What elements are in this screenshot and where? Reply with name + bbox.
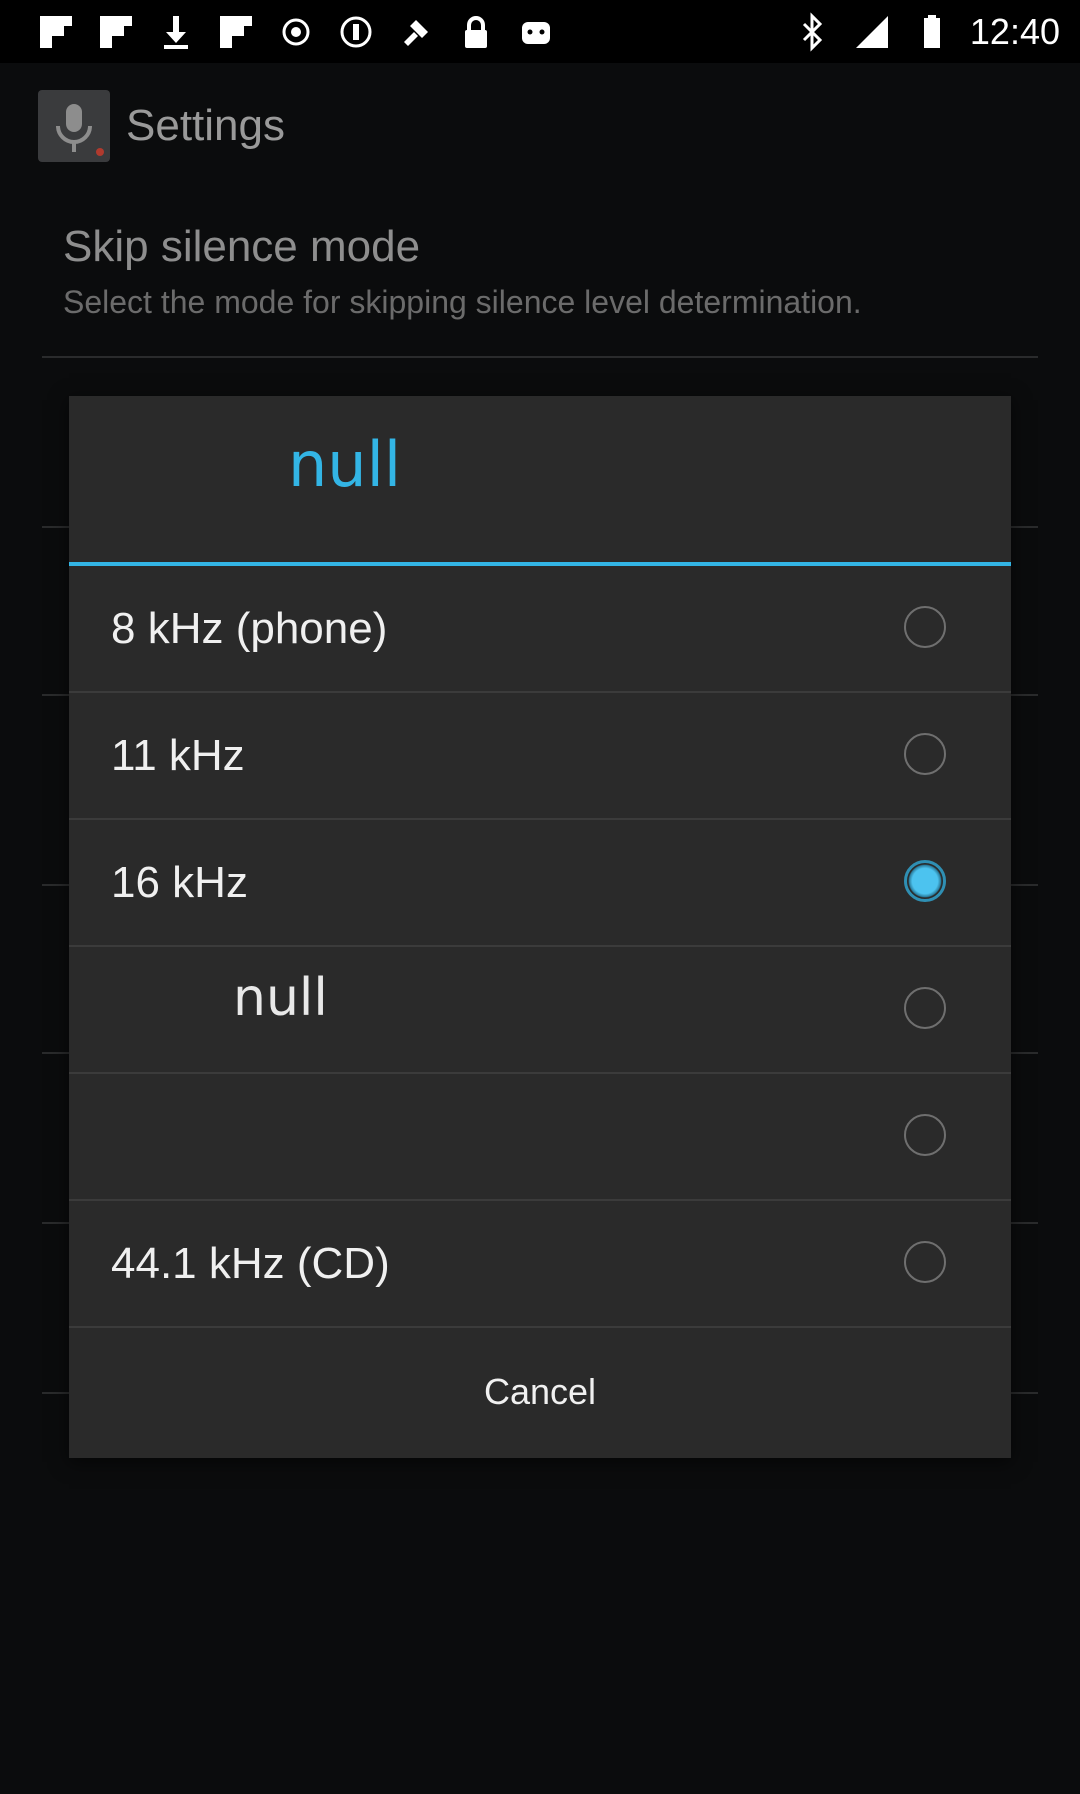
- option-label: 16 kHz: [111, 857, 248, 907]
- bluetooth-icon: [782, 10, 842, 54]
- battery-icon: [902, 10, 962, 54]
- sample-rate-dialog: null 8 kHz (phone) 11 kHz 16 kHz null 44…: [69, 396, 1011, 1458]
- divider: [42, 356, 1038, 358]
- clock: 12:40: [969, 10, 1060, 52]
- radio-button-selected[interactable]: [904, 860, 946, 902]
- circle-dot-icon: [266, 10, 326, 54]
- option-16khz[interactable]: 16 kHz: [69, 820, 1011, 947]
- flipboard-icon: [206, 10, 266, 54]
- pref-title: Skip silence mode: [63, 222, 421, 271]
- cancel-button[interactable]: Cancel: [69, 1328, 1011, 1456]
- option-blank[interactable]: [69, 1074, 1011, 1201]
- page-title: Settings: [126, 100, 285, 150]
- radio-button[interactable]: [904, 987, 946, 1029]
- status-bar: 12:40: [0, 0, 1080, 63]
- option-11khz[interactable]: 11 kHz: [69, 693, 1011, 820]
- option-list: 8 kHz (phone) 11 kHz 16 kHz null 44.1 kH…: [69, 566, 1011, 1328]
- fake-gps-icon: [386, 10, 446, 54]
- download-icon: [146, 10, 206, 54]
- pref-skip-silence-mode[interactable]: Skip silence mode Select the mode for sk…: [63, 222, 862, 321]
- notification-icons: [0, 10, 566, 54]
- microphone-icon[interactable]: [38, 89, 110, 162]
- lock-icon: [446, 10, 506, 54]
- option-label: 44.1 kHz (CD): [111, 1238, 390, 1288]
- option-null[interactable]: null: [69, 947, 1011, 1074]
- flipboard-icon: [86, 10, 146, 54]
- radio-button[interactable]: [904, 1241, 946, 1283]
- dialog-header: null: [69, 396, 1011, 562]
- signal-icon: [842, 10, 902, 54]
- radio-button[interactable]: [904, 1114, 946, 1156]
- option-label: 11 kHz: [111, 730, 245, 780]
- circle-dot-icon: [326, 10, 386, 54]
- radio-button[interactable]: [904, 606, 946, 648]
- action-bar: Settings: [0, 63, 1080, 188]
- pref-summary: Select the mode for skipping silence lev…: [63, 284, 862, 320]
- option-8khz[interactable]: 8 kHz (phone): [69, 566, 1011, 693]
- radio-button[interactable]: [904, 733, 946, 775]
- option-44khz[interactable]: 44.1 kHz (CD): [69, 1201, 1011, 1328]
- flipboard-icon: [26, 10, 86, 54]
- android-icon: [506, 10, 566, 54]
- dialog-title: null: [288, 428, 402, 501]
- option-label: null: [233, 967, 328, 1028]
- dialog-footer: Cancel: [69, 1328, 1011, 1456]
- option-label: 8 kHz (phone): [111, 603, 388, 653]
- system-icons: 12:40: [782, 10, 1080, 54]
